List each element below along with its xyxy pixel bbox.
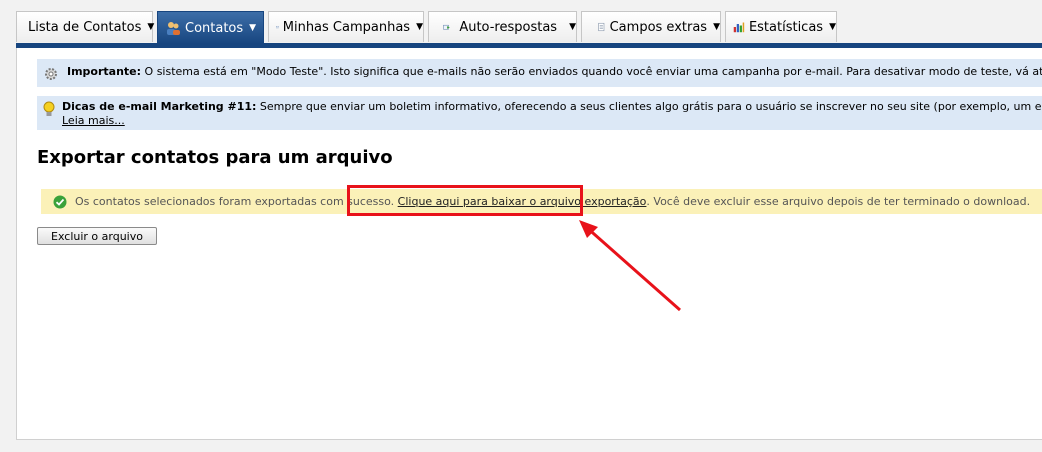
bar-chart-icon bbox=[733, 22, 745, 33]
read-more-link[interactable]: Leia mais... bbox=[62, 114, 125, 127]
tab-my-campaigns[interactable]: Minhas Campanhas ▼ bbox=[268, 11, 424, 42]
tab-label: Estatísticas bbox=[748, 19, 824, 35]
delete-file-button[interactable]: Excluir o arquivo bbox=[37, 227, 157, 245]
envelope-icon bbox=[276, 26, 279, 29]
tip-notice: Dicas de e-mail Marketing #11: Sempre qu… bbox=[37, 96, 1042, 130]
chevron-down-icon: ▼ bbox=[569, 22, 576, 32]
test-mode-notice: Importante: O sistema está em "Modo Test… bbox=[37, 59, 1042, 87]
download-export-link[interactable]: Clique aqui para baixar o arquivo export… bbox=[398, 195, 647, 208]
main-tab-bar: Lista de Contatos ▼ Contatos ▼ Minhas Ca… bbox=[16, 11, 1042, 44]
chevron-down-icon: ▼ bbox=[147, 22, 155, 32]
chevron-down-icon: ▼ bbox=[829, 22, 836, 32]
tab-extra-fields[interactable]: Campos extras ▼ bbox=[581, 11, 721, 42]
annotation-arrow bbox=[579, 220, 681, 312]
notice-title: Dicas de e-mail Marketing #11: bbox=[62, 100, 257, 113]
success-text: Os contatos selecionados foram exportada… bbox=[75, 195, 395, 208]
notice-text: Sempre que enviar um boletim informativo… bbox=[259, 100, 1042, 113]
tab-label: Lista de Contatos bbox=[28, 19, 142, 35]
tab-contact-lists[interactable]: Lista de Contatos ▼ bbox=[16, 11, 155, 42]
notice-text: O sistema está em "Modo Teste". Isto sig… bbox=[144, 65, 1042, 78]
lightbulb-icon bbox=[43, 101, 55, 116]
tab-contacts[interactable]: Contatos ▼ bbox=[157, 11, 264, 44]
tab-label: Campos extras bbox=[609, 19, 708, 35]
main-content: Importante: O sistema está em "Modo Test… bbox=[16, 48, 1042, 440]
chevron-down-icon: ▼ bbox=[249, 23, 257, 33]
contacts-people-icon bbox=[167, 22, 180, 35]
check-circle-icon bbox=[53, 195, 67, 208]
autoresponder-icon bbox=[443, 24, 450, 30]
tab-label: Contatos bbox=[185, 20, 244, 36]
chevron-down-icon: ▼ bbox=[416, 22, 423, 32]
tab-statistics[interactable]: Estatísticas ▼ bbox=[725, 11, 837, 42]
tab-autoresponders[interactable]: Auto-respostas ▼ bbox=[428, 11, 577, 42]
success-text-after: . Você deve excluir esse arquivo depois … bbox=[646, 195, 1031, 208]
tab-label: Auto-respostas bbox=[459, 19, 558, 35]
gear-icon bbox=[45, 68, 57, 80]
document-icon bbox=[598, 22, 605, 32]
success-message: Os contatos selecionados foram exportada… bbox=[41, 189, 1042, 214]
tab-label: Minhas Campanhas bbox=[282, 19, 411, 35]
page-title: Exportar contatos para um arquivo bbox=[37, 147, 393, 168]
chevron-down-icon: ▼ bbox=[713, 22, 720, 32]
notice-title: Importante: bbox=[67, 65, 142, 78]
